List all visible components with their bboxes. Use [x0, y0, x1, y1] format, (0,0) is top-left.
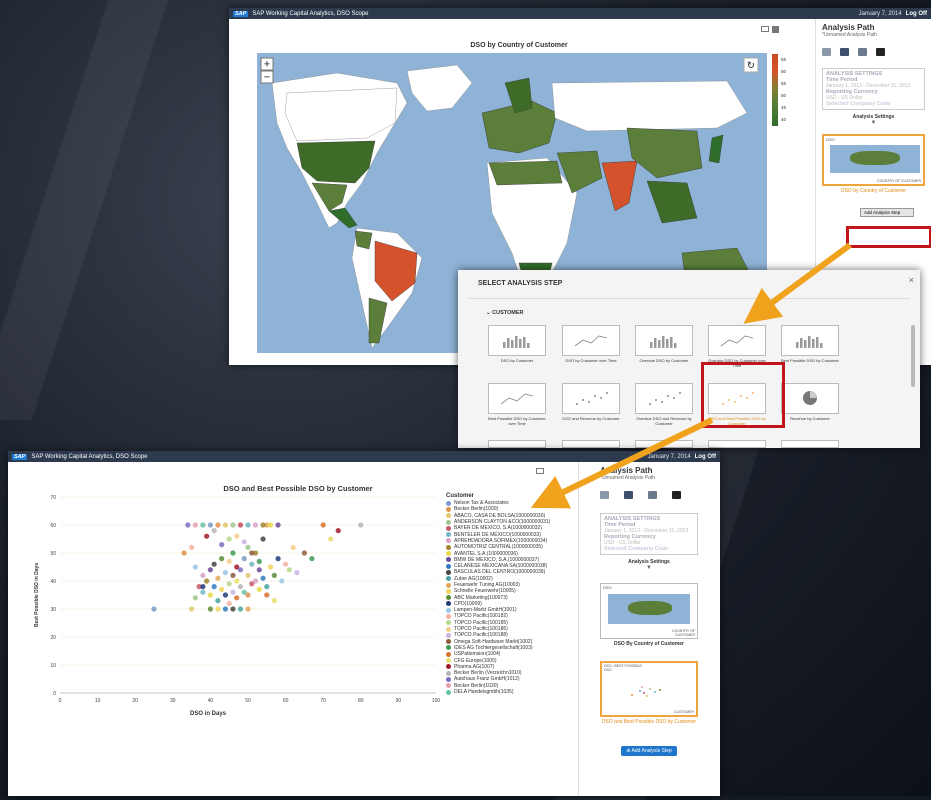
arrow-to-dialog	[743, 242, 852, 324]
arrow-to-legend	[530, 417, 714, 509]
annotation-arrows	[530, 242, 852, 509]
